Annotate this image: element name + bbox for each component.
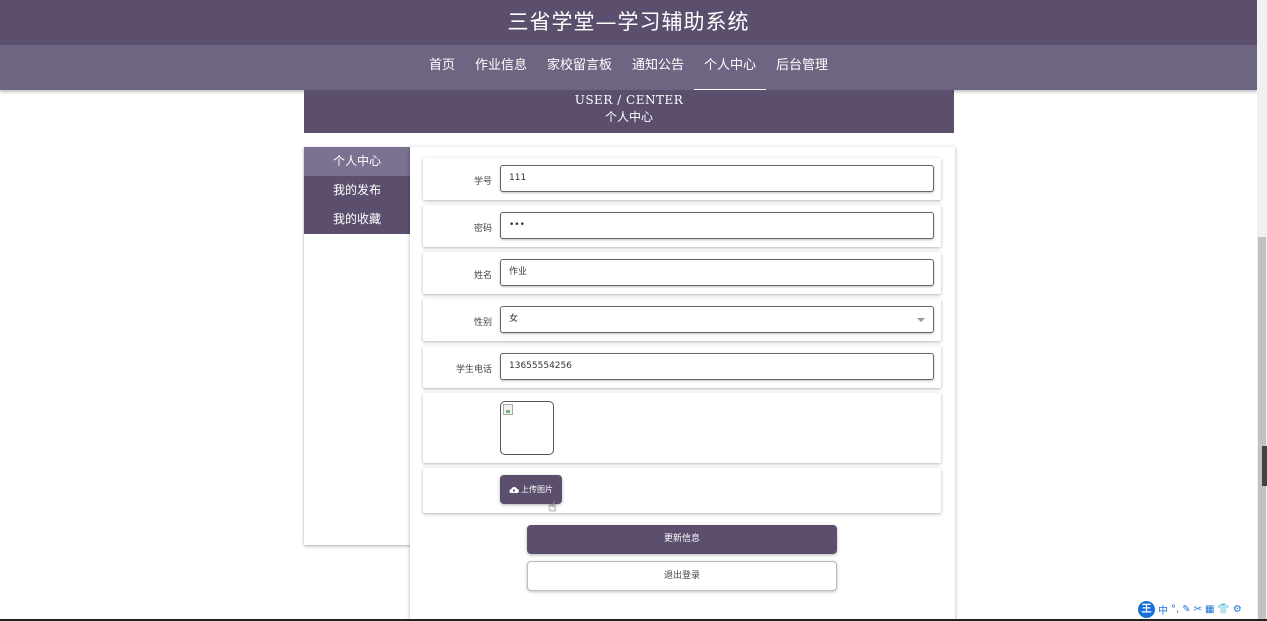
profile-form-panel: 学号 111 密码 ••• 姓名 作业 性别 女 学生电话 1365555425… [410, 147, 955, 621]
form-row-upload: 上传图片 ☝ [423, 468, 941, 515]
nav-item-home[interactable]: 首页 [419, 45, 465, 90]
settings-icon[interactable]: ⚙ [1233, 604, 1242, 615]
name-input[interactable]: 作业 [500, 259, 934, 286]
sidebar-item-my-favorites[interactable]: 我的收藏 [304, 205, 411, 234]
nav-item-notices[interactable]: 通知公告 [622, 45, 694, 90]
form-row-phone: 学生电话 13655554256 [423, 346, 941, 388]
nav-item-personal-center[interactable]: 个人中心 [694, 45, 767, 92]
punctuation-icon[interactable]: °, [1171, 604, 1179, 615]
form-row-student-id: 学号 111 [423, 158, 941, 200]
ime-logo-icon[interactable]: 王 [1138, 601, 1155, 618]
student-id-label: 学号 [473, 177, 492, 187]
sidebar-menu: 个人中心 我的发布 我的收藏 [304, 147, 411, 234]
user-center-title-cn: 个人中心 [604, 110, 653, 124]
nav-item-message-board[interactable]: 家校留言板 [537, 45, 622, 90]
user-center-header: USER / CENTER 个人中心 [304, 90, 954, 133]
main-nav: 首页 作业信息 家校留言板 通知公告 个人中心 后台管理 [0, 45, 1257, 92]
broken-image-icon [503, 404, 513, 415]
pen-icon[interactable]: ✎ [1182, 604, 1190, 615]
password-label: 密码 [473, 224, 492, 234]
form-row-name: 姓名 作业 [423, 252, 941, 294]
upload-button-label: 上传图片 [521, 485, 553, 494]
user-center-title-en: USER / CENTER [574, 93, 684, 107]
form-row-gender: 性别 女 [423, 299, 941, 341]
gender-select[interactable]: 女 [500, 306, 934, 333]
hand-cursor-icon: ☝ [548, 499, 557, 515]
student-id-input[interactable]: 111 [500, 165, 934, 192]
password-input[interactable]: ••• [500, 212, 934, 239]
sidebar-item-my-posts[interactable]: 我的发布 [304, 176, 411, 205]
scissors-icon[interactable]: ✂ [1194, 604, 1202, 615]
form-row-password: 密码 ••• [423, 205, 941, 247]
form-row-avatar-preview [423, 393, 941, 463]
sidebar-item-personal-center[interactable]: 个人中心 [304, 147, 411, 176]
logout-button[interactable]: 退出登录 [527, 561, 837, 591]
page-scrollbar[interactable] [1257, 0, 1267, 621]
nav-item-homework[interactable]: 作业信息 [465, 45, 537, 90]
update-info-button[interactable]: 更新信息 [527, 525, 837, 554]
keyboard-icon[interactable]: ▦ [1205, 604, 1214, 615]
scrollbar-thumb[interactable] [1258, 237, 1266, 621]
ime-toolbar: 王 中 °, ✎ ✂ ▦ 👕 ⚙ [1138, 600, 1265, 619]
phone-input[interactable]: 13655554256 [500, 353, 934, 380]
top-header-bar: 三省学堂—学习辅助系统 [0, 0, 1257, 45]
page: 三省学堂—学习辅助系统 首页 作业信息 家校留言板 通知公告 个人中心 后台管理… [0, 0, 1267, 621]
gender-label: 性别 [473, 318, 492, 328]
site-title: 三省学堂—学习辅助系统 [507, 10, 750, 34]
side-edge-handle [1262, 446, 1267, 486]
chevron-down-icon [917, 318, 925, 322]
name-label: 姓名 [473, 271, 492, 281]
nav-items: 首页 作业信息 家校留言板 通知公告 个人中心 后台管理 [0, 45, 1257, 92]
sidebar: 个人中心 我的发布 我的收藏 [304, 147, 411, 545]
nav-item-admin[interactable]: 后台管理 [766, 45, 838, 90]
avatar-image-preview [500, 401, 554, 455]
ime-mode-toggle[interactable]: 中 [1158, 602, 1168, 617]
phone-label: 学生电话 [455, 365, 492, 375]
gender-select-value: 女 [509, 314, 519, 324]
cloud-upload-icon [509, 486, 519, 493]
skin-icon[interactable]: 👕 [1217, 604, 1229, 615]
